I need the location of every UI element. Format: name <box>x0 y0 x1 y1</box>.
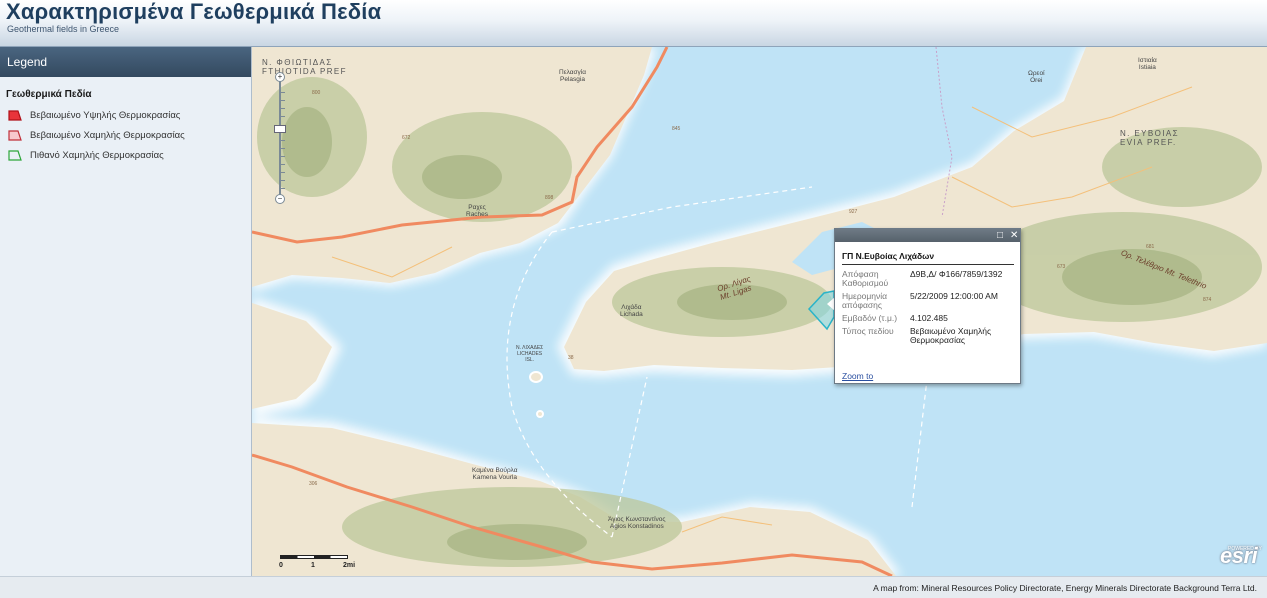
peak-label: 681 <box>1146 244 1155 250</box>
legend-item-label: Πιθανό Χαμηλής Θερμοκρασίας <box>30 149 164 161</box>
attribute-key: Απόφαση Καθορισμού <box>842 269 889 288</box>
peak-label: 673 <box>1057 264 1066 270</box>
peak-label: 898 <box>545 195 554 201</box>
attribute-row: Απόφαση Καθορισμού Δ9Β,Δ/ Φ166/7859/1392 <box>842 270 1010 292</box>
zoom-in-button[interactable]: + <box>275 72 285 82</box>
attribute-key: Τύπος πεδίου <box>842 326 894 336</box>
polygon-swatch-icon <box>8 109 22 121</box>
page-subtitle: Geothermal fields in Greece <box>7 24 120 34</box>
peak-label: 874 <box>1203 297 1212 303</box>
zoom-slider-thumb[interactable] <box>274 125 286 133</box>
popup-titlebar: □ ✕ <box>835 229 1020 242</box>
place-label-lichades: Ν. ΛΙΧΑΔΕΣ LICHADES ISL. <box>516 345 544 363</box>
esri-logo[interactable]: esri <box>1220 543 1258 569</box>
scale-label-one: 1 <box>311 562 315 569</box>
peak-label: 38 <box>568 355 574 361</box>
scale-bar-graphic <box>280 555 348 559</box>
scale-label-two: 2mi <box>343 562 356 569</box>
legend-layer-title: Γεωθερμικά Πεδία <box>6 89 92 100</box>
peak-label: 800 <box>312 90 321 96</box>
place-label-istiaia: Ιστιαία Istiaia <box>1138 57 1157 71</box>
map-credits: A map from: Mineral Resources Policy Dir… <box>873 583 1257 593</box>
place-label-pelasgia: Πελασγία Pelasgia <box>559 69 586 83</box>
page-title: Χαρακτηρισμένα Γεωθερμικά Πεδία <box>6 0 382 24</box>
zoom-slider-track[interactable] <box>279 78 281 196</box>
footer: A map from: Mineral Resources Policy Dir… <box>0 576 1267 598</box>
popup-attributes-table: Απόφαση Καθορισμού Δ9Β,Δ/ Φ166/7859/1392… <box>842 270 1010 349</box>
place-label-agios-konstantinos: Άγιος Κωνσταντίνος Agios Konstadinos <box>608 516 666 530</box>
scale-label-zero: 0 <box>279 562 283 569</box>
place-label-oreoi: Ωρεοί Orei <box>1028 70 1045 84</box>
place-label-kamena-vourla: Καμένα Βούρλα Kamena Vourla <box>472 467 518 481</box>
legend-item-label: Βεβαιωμένο Υψηλής Θερμοκρασίας <box>30 109 181 121</box>
place-label-lichada: Λιχάδα Lichada <box>620 304 643 318</box>
attribute-row: Τύπος πεδίου Βεβαιωμένο Χαμηλής Θερμοκρα… <box>842 327 1010 349</box>
legend-item-low-temp: Βεβαιωμένο Χαμηλής Θερμοκρασίας <box>8 129 251 141</box>
maximize-icon[interactable]: □ <box>997 230 1003 241</box>
zoom-out-button[interactable]: − <box>275 194 285 204</box>
map-view[interactable]: Πελασγία Pelasgia Ραχες Raches Λιχάδα Licha… <box>252 47 1267 576</box>
prefecture-label-evia: Ν. ΕΥΒΟΙΑΣ EVIA PREF. <box>1120 129 1179 147</box>
peak-label: 845 <box>672 126 681 132</box>
legend-header[interactable]: Legend <box>0 47 251 77</box>
basemap <box>252 47 1267 576</box>
attribute-value: Βεβαιωμένο Χαμηλής Θερμοκρασίας <box>910 326 992 345</box>
attribute-key: Ημερομηνία απόφασης <box>842 291 888 310</box>
legend-item-probable-low-temp: Πιθανό Χαμηλής Θερμοκρασίας <box>8 149 251 161</box>
app-header: Χαρακτηρισμένα Γεωθερμικά Πεδία Geotherm… <box>0 0 1267 47</box>
attribute-row: Ημερομηνία απόφασης 5/22/2009 12:00:00 A… <box>842 292 1010 314</box>
peak-label: 672 <box>402 135 411 141</box>
attribute-value: 5/22/2009 12:00:00 AM <box>910 291 998 301</box>
popup-title: ΓΠ Ν.Ευβοίας Λιχάδων <box>842 251 1014 265</box>
legend-item-high-temp: Βεβαιωμένο Υψηλής Θερμοκρασίας <box>8 109 251 121</box>
polygon-swatch-icon <box>8 149 22 161</box>
zoom-slider[interactable]: + − <box>274 72 286 204</box>
polygon-swatch-icon <box>8 129 22 141</box>
attribute-value: Δ9Β,Δ/ Φ166/7859/1392 <box>910 269 1003 279</box>
close-icon[interactable]: ✕ <box>1010 230 1018 241</box>
peak-label: 927 <box>849 209 858 215</box>
legend-item-label: Βεβαιωμένο Χαμηλής Θερμοκρασίας <box>30 129 185 141</box>
place-label-raches: Ραχες Raches <box>466 204 489 218</box>
peak-label: 306 <box>309 481 318 487</box>
zoom-to-link[interactable]: Zoom to <box>842 371 873 381</box>
info-popup: □ ✕ ΓΠ Ν.Ευβοίας Λιχάδων Απόφαση Καθορισ… <box>834 228 1021 384</box>
legend-sidebar: Legend Γεωθερμικά Πεδία Βεβαιωμένο Υψηλή… <box>0 47 252 576</box>
